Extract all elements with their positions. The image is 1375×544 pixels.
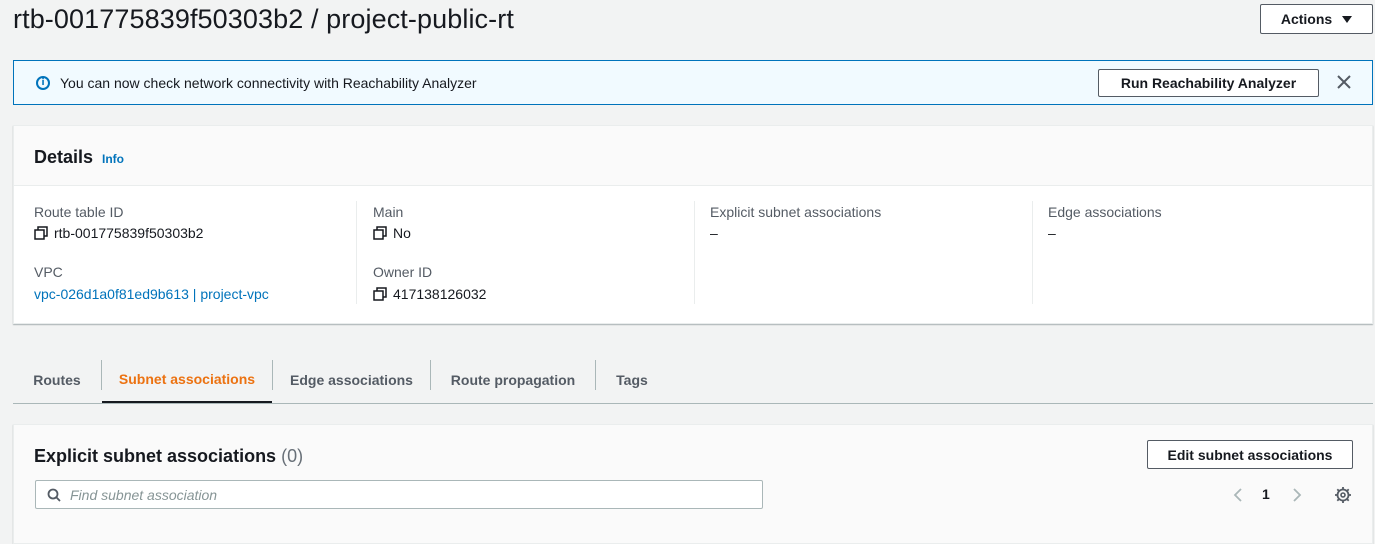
copy-icon[interactable] [373,287,387,301]
search-box [35,480,763,509]
tab-routes[interactable]: Routes [13,357,101,403]
gear-icon[interactable] [1334,486,1352,504]
search-input[interactable] [70,485,750,505]
column-divider [1032,201,1033,304]
route-table-id-value: rtb-001775839f50303b2 [34,225,203,241]
details-header: Details Info [14,126,1372,186]
column-divider [694,201,695,304]
info-link[interactable]: Info [102,152,124,166]
copy-icon[interactable] [373,226,387,240]
details-panel: Details Info Route table ID rtb-00177583… [13,125,1373,324]
tab-bar: Routes Subnet associations Edge associat… [13,357,1373,404]
tab-subnet-associations[interactable]: Subnet associations [102,357,272,403]
run-reachability-analyzer-button[interactable]: Run Reachability Analyzer [1098,69,1319,97]
route-table-id-text: rtb-001775839f50303b2 [54,225,204,241]
actions-label: Actions [1280,11,1333,27]
edge-associations-label: Edge associations [1048,204,1162,220]
info-flashbar: i You can now check network connectivity… [13,60,1373,105]
section-count: (0) [281,446,304,466]
details-title: Details [34,147,94,167]
owner-id-value: 417138126032 [373,286,486,302]
tab-route-propagation[interactable]: Route propagation [431,357,595,403]
caret-down-icon [1342,15,1353,23]
chevron-left-icon[interactable] [1232,488,1244,502]
vpc-link[interactable]: vpc-026d1a0f81ed9b613 | project-vpc [34,286,269,302]
section-title-text: Explicit subnet associations [34,446,277,466]
actions-button[interactable]: Actions [1260,4,1373,34]
explicit-subnet-label: Explicit subnet associations [710,204,882,220]
edit-subnet-associations-button[interactable]: Edit subnet associations [1147,440,1353,469]
search-icon [47,488,61,502]
section-title: Explicit subnet associations (0) [34,446,303,467]
vpc-label: VPC [34,264,63,280]
tab-edge-associations[interactable]: Edge associations [273,357,430,403]
info-icon: i [36,76,50,90]
main-text: No [393,225,411,241]
chevron-right-icon[interactable] [1291,488,1303,502]
close-icon[interactable] [1334,72,1354,92]
main-value: No [373,225,411,241]
page-number[interactable]: 1 [1262,486,1270,502]
explicit-subnet-associations-panel: Explicit subnet associations (0) Edit su… [13,424,1373,544]
main-label: Main [373,204,404,220]
flash-message: You can now check network connectivity w… [60,75,477,91]
tab-tags[interactable]: Tags [596,357,668,403]
route-table-id-label: Route table ID [34,204,124,220]
owner-id-label: Owner ID [373,264,433,280]
copy-icon[interactable] [34,226,48,240]
owner-id-text: 417138126032 [393,286,487,302]
explicit-subnet-value: – [710,225,718,241]
page-title: rtb-001775839f50303b2 / project-public-r… [13,4,514,34]
column-divider [356,201,357,304]
edge-associations-value: – [1048,225,1056,241]
